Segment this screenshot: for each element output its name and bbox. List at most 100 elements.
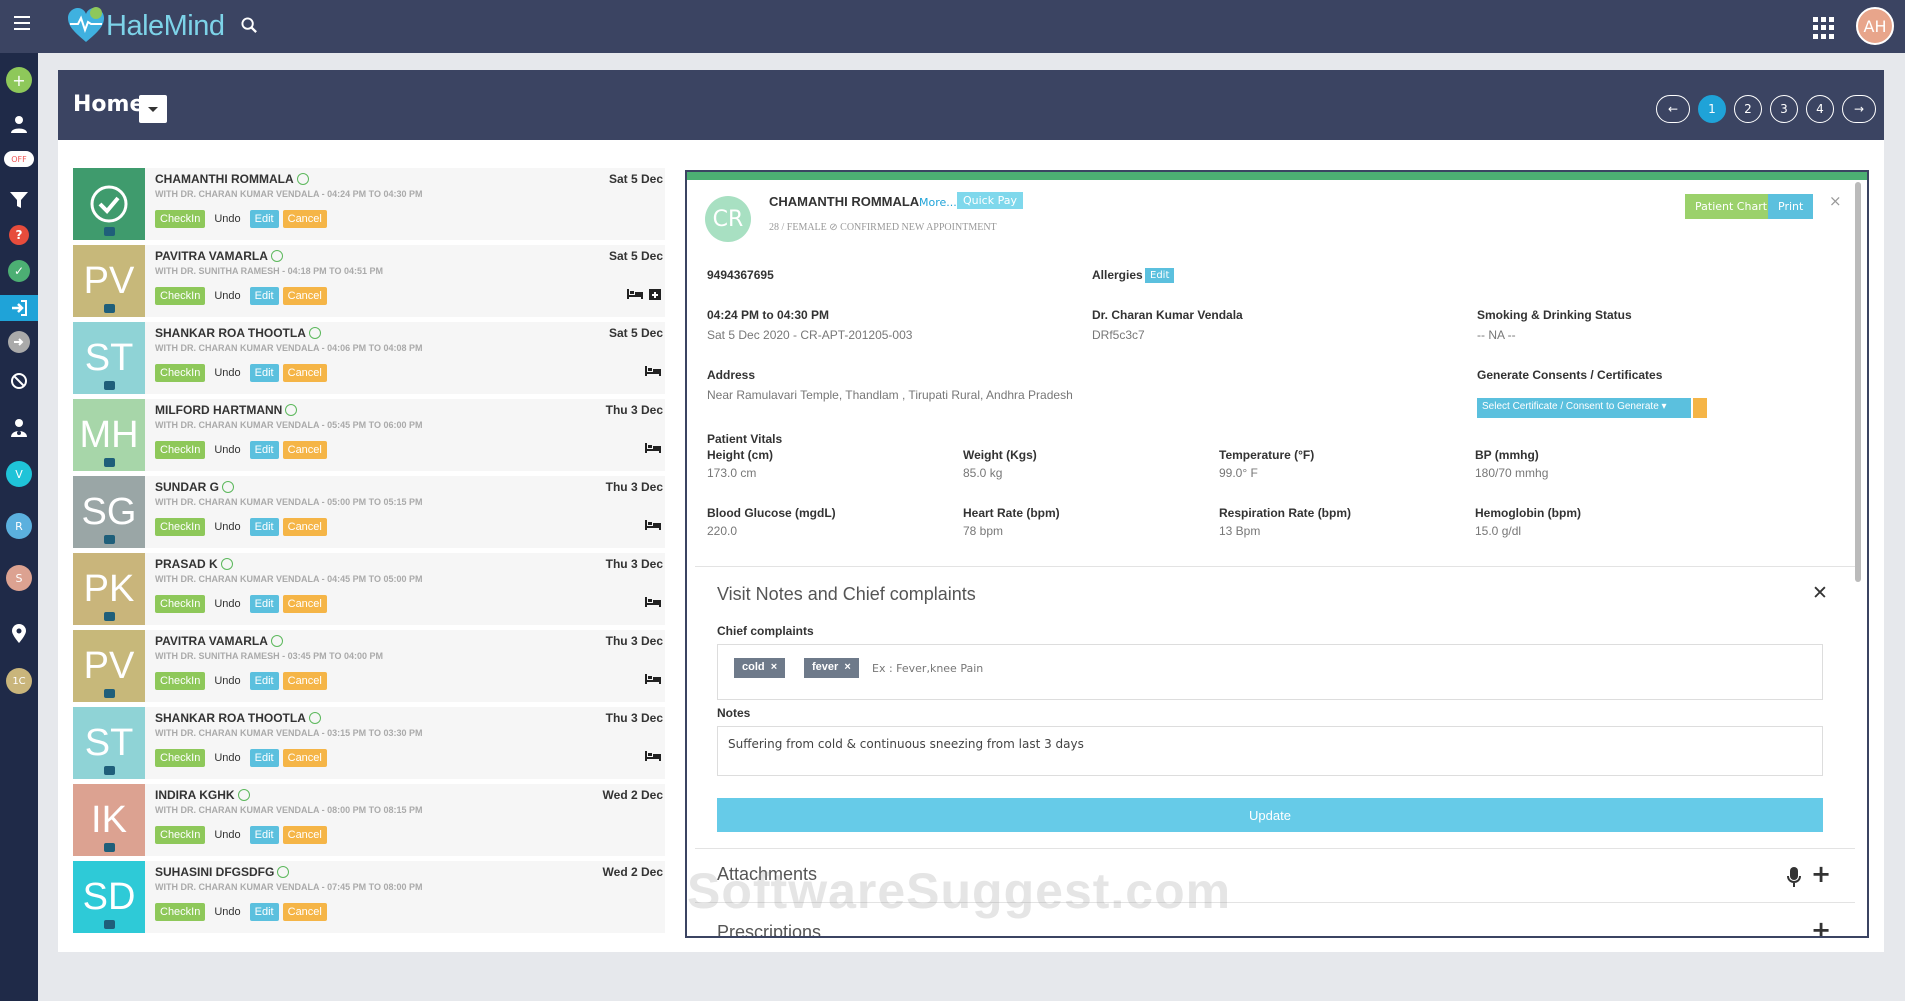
patient-avatar[interactable]: ST — [73, 322, 145, 394]
camera-icon[interactable] — [104, 535, 115, 544]
patient-name[interactable]: PAVITRA VAMARLA — [155, 249, 283, 263]
checkin-button[interactable]: CheckIn — [155, 518, 206, 536]
visit-close-icon[interactable]: ✕ — [1812, 582, 1828, 604]
patient-avatar[interactable]: PV — [73, 630, 145, 702]
page-4-button[interactable]: 4 — [1806, 95, 1834, 123]
camera-icon[interactable] — [104, 843, 115, 852]
patient-avatar[interactable]: SG — [73, 476, 145, 548]
undo-button[interactable]: Undo — [209, 826, 245, 844]
doctor-icon[interactable] — [6, 415, 32, 441]
patient-avatar[interactable]: IK — [73, 784, 145, 856]
cancel-button[interactable]: Cancel — [282, 903, 327, 921]
edit-button[interactable]: Edit — [249, 903, 279, 921]
patient-name[interactable]: SUHASINI DFGSDFG — [155, 865, 290, 879]
check-circle-icon[interactable]: ✓ — [8, 260, 30, 282]
add-attachment-icon[interactable]: + — [1811, 860, 1831, 888]
cancel-button[interactable]: Cancel — [282, 441, 327, 459]
menu-icon[interactable] — [14, 16, 30, 32]
patient-name[interactable]: INDIRA KGHK — [155, 788, 250, 802]
user-icon[interactable] — [6, 111, 32, 137]
appointment-row[interactable]: ST SHANKAR ROA THOOTLA WITH DR. CHARAN KUM… — [73, 322, 665, 394]
undo-button[interactable]: Undo — [209, 595, 245, 613]
prev-page-button[interactable]: ← — [1656, 95, 1690, 123]
camera-icon[interactable] — [104, 458, 115, 467]
cancel-button[interactable]: Cancel — [282, 595, 327, 613]
edit-button[interactable]: Edit — [249, 672, 279, 690]
staff-avatar-v[interactable]: V — [6, 461, 32, 487]
edit-button[interactable]: Edit — [249, 287, 279, 305]
appointment-row[interactable]: PV PAVITRA VAMARLA WITH DR. SUNITHA RAMESH… — [73, 245, 665, 317]
appointment-row[interactable]: IK INDIRA KGHK WITH DR. CHARAN KUMAR VENDA… — [73, 784, 665, 856]
toggle-off-icon[interactable]: OFF — [4, 151, 34, 167]
edit-button[interactable]: Edit — [249, 364, 279, 382]
checkin-button[interactable]: CheckIn — [155, 595, 206, 613]
checkin-button[interactable]: CheckIn — [155, 287, 206, 305]
checkin-button[interactable]: CheckIn — [155, 749, 206, 767]
complaint-tag[interactable]: fever × — [804, 658, 859, 678]
appointment-row[interactable]: MH MILFORD HARTMANN WITH DR. CHARAN KUMAR … — [73, 399, 665, 471]
page-1-button[interactable]: 1 — [1698, 95, 1726, 123]
search-icon[interactable] — [241, 17, 258, 34]
sign-in-icon[interactable] — [0, 295, 38, 321]
camera-icon[interactable] — [104, 381, 115, 390]
cancel-button[interactable]: Cancel — [282, 364, 327, 382]
staff-avatar-s[interactable]: S — [6, 565, 32, 591]
home-dropdown-button[interactable] — [139, 95, 167, 123]
undo-button[interactable]: Undo — [209, 210, 245, 228]
undo-button[interactable]: Undo — [209, 518, 245, 536]
patient-avatar[interactable]: SD — [73, 861, 145, 933]
edit-button[interactable]: Edit — [249, 210, 279, 228]
logo[interactable]: HaleMind — [66, 4, 225, 48]
page-2-button[interactable]: 2 — [1734, 95, 1762, 123]
patient-name[interactable]: SHANKAR ROA THOOTLA — [155, 711, 321, 725]
filter-icon[interactable] — [6, 187, 32, 213]
checkin-button[interactable]: CheckIn — [155, 672, 206, 690]
cancel-button[interactable]: Cancel — [282, 672, 327, 690]
camera-icon[interactable] — [104, 304, 115, 313]
more-link[interactable]: More... — [919, 196, 957, 209]
staff-avatar-ic[interactable]: 1C — [6, 668, 32, 694]
checkin-button[interactable]: CheckIn — [155, 210, 206, 228]
apps-grid-icon[interactable] — [1813, 17, 1835, 39]
appointment-row[interactable]: PV PAVITRA VAMARLA WITH DR. SUNITHA RAMESH… — [73, 630, 665, 702]
print-button[interactable]: Print — [1768, 194, 1814, 219]
undo-button[interactable]: Undo — [209, 441, 245, 459]
edit-button[interactable]: Edit — [249, 441, 279, 459]
next-page-button[interactable]: → — [1842, 95, 1876, 123]
edit-button[interactable]: Edit — [249, 826, 279, 844]
patient-name[interactable]: SHANKAR ROA THOOTLA — [155, 326, 321, 340]
camera-icon[interactable] — [104, 766, 115, 775]
checkin-button[interactable]: CheckIn — [155, 903, 206, 921]
undo-button[interactable]: Undo — [209, 287, 245, 305]
cancel-button[interactable]: Cancel — [282, 287, 327, 305]
notes-textarea[interactable]: Suffering from cold & continuous sneezin… — [717, 726, 1823, 776]
complaint-tag[interactable]: cold × — [734, 658, 786, 678]
add-icon[interactable]: + — [6, 67, 32, 93]
patient-avatar[interactable]: MH — [73, 399, 145, 471]
undo-button[interactable]: Undo — [209, 749, 245, 767]
camera-icon[interactable] — [104, 920, 115, 929]
appointment-row[interactable]: SD SUHASINI DFGSDFG WITH DR. CHARAN KUMAR … — [73, 861, 665, 933]
checkin-button[interactable]: CheckIn — [155, 441, 206, 459]
camera-icon[interactable] — [104, 689, 115, 698]
mic-icon[interactable] — [1787, 866, 1801, 888]
patient-name[interactable]: CHAMANTHI ROMMALA — [155, 172, 309, 186]
cancel-button[interactable]: Cancel — [282, 749, 327, 767]
undo-button[interactable]: Undo — [209, 672, 245, 690]
undo-button[interactable]: Undo — [209, 364, 245, 382]
scrollbar[interactable] — [1855, 182, 1861, 582]
appointment-row[interactable]: ST SHANKAR ROA THOOTLA WITH DR. CHARAN KUM… — [73, 707, 665, 779]
update-button[interactable]: Update — [717, 798, 1823, 832]
patient-avatar[interactable] — [73, 168, 145, 240]
patient-name[interactable]: MILFORD HARTMANN — [155, 403, 298, 417]
certificate-select[interactable]: Select Certificate / Consent to Generate… — [1477, 398, 1691, 418]
appointment-row[interactable]: PK PRASAD K WITH DR. CHARAN KUMAR VENDALA … — [73, 553, 665, 625]
allergies-edit-button[interactable]: Edit — [1145, 268, 1175, 283]
location-icon[interactable] — [6, 621, 32, 647]
cancel-button[interactable]: Cancel — [282, 826, 327, 844]
quick-pay-button[interactable]: Quick Pay — [957, 192, 1023, 209]
edit-button[interactable]: Edit — [249, 749, 279, 767]
appointment-row[interactable]: SG SUNDAR G WITH DR. CHARAN KUMAR VENDALA … — [73, 476, 665, 548]
undo-button[interactable]: Undo — [209, 903, 245, 921]
cancel-button[interactable]: Cancel — [282, 210, 327, 228]
